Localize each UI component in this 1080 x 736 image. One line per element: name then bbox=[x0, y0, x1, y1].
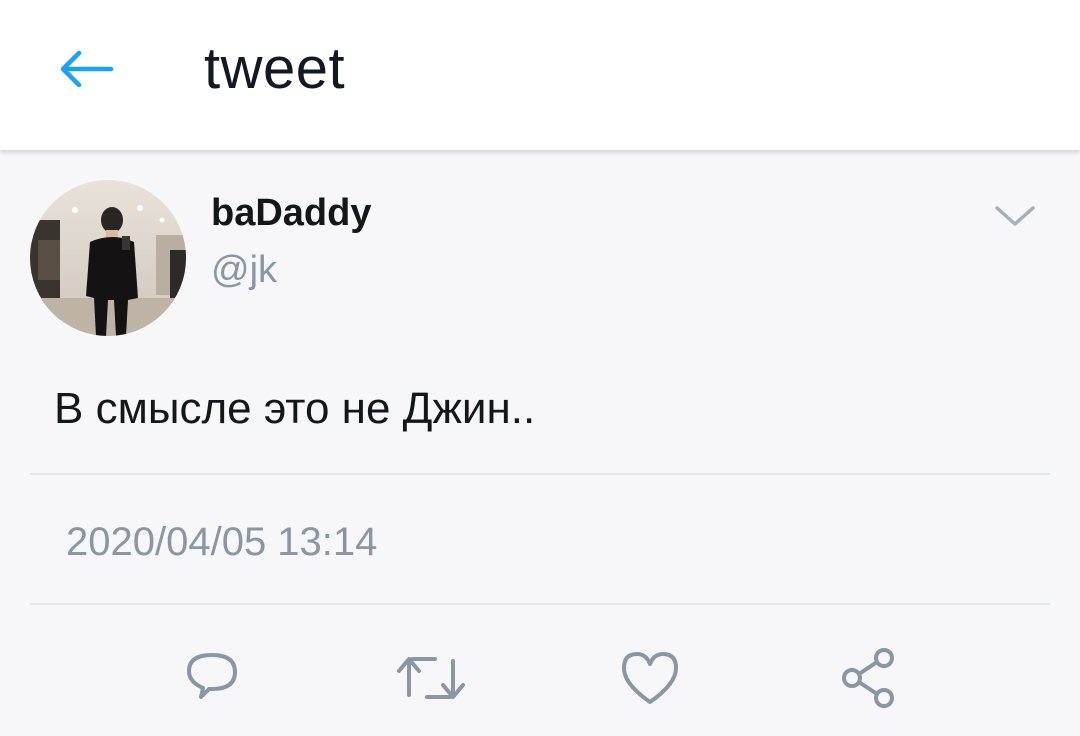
retweet-icon bbox=[397, 657, 465, 699]
tweet-detail-screen: tweet baDaddy @jk В смысле это не Джин..… bbox=[0, 0, 1080, 736]
divider bbox=[30, 473, 1050, 475]
tweet-menu-button[interactable] bbox=[990, 196, 1040, 236]
reply-icon bbox=[187, 653, 237, 699]
back-button[interactable] bbox=[52, 38, 118, 100]
avatar[interactable] bbox=[30, 180, 186, 336]
top-app-bar: tweet bbox=[0, 0, 1080, 150]
like-button[interactable] bbox=[612, 640, 688, 716]
tweet-text: В смысле это не Джин.. bbox=[54, 384, 536, 433]
arrow-left-icon bbox=[60, 50, 114, 88]
share-button[interactable] bbox=[831, 640, 907, 716]
heart-icon bbox=[622, 652, 678, 704]
chevron-down-icon bbox=[995, 206, 1035, 226]
retweet-button[interactable] bbox=[393, 640, 469, 716]
share-icon bbox=[842, 648, 894, 708]
display-name[interactable]: baDaddy bbox=[211, 191, 371, 235]
page-title: tweet bbox=[204, 36, 346, 101]
tweet-timestamp: 2020/04/05 13:14 bbox=[66, 520, 378, 564]
user-handle[interactable]: @jk bbox=[211, 248, 277, 292]
reply-button[interactable] bbox=[174, 640, 250, 716]
divider bbox=[30, 603, 1050, 605]
profile-photo bbox=[30, 180, 186, 336]
